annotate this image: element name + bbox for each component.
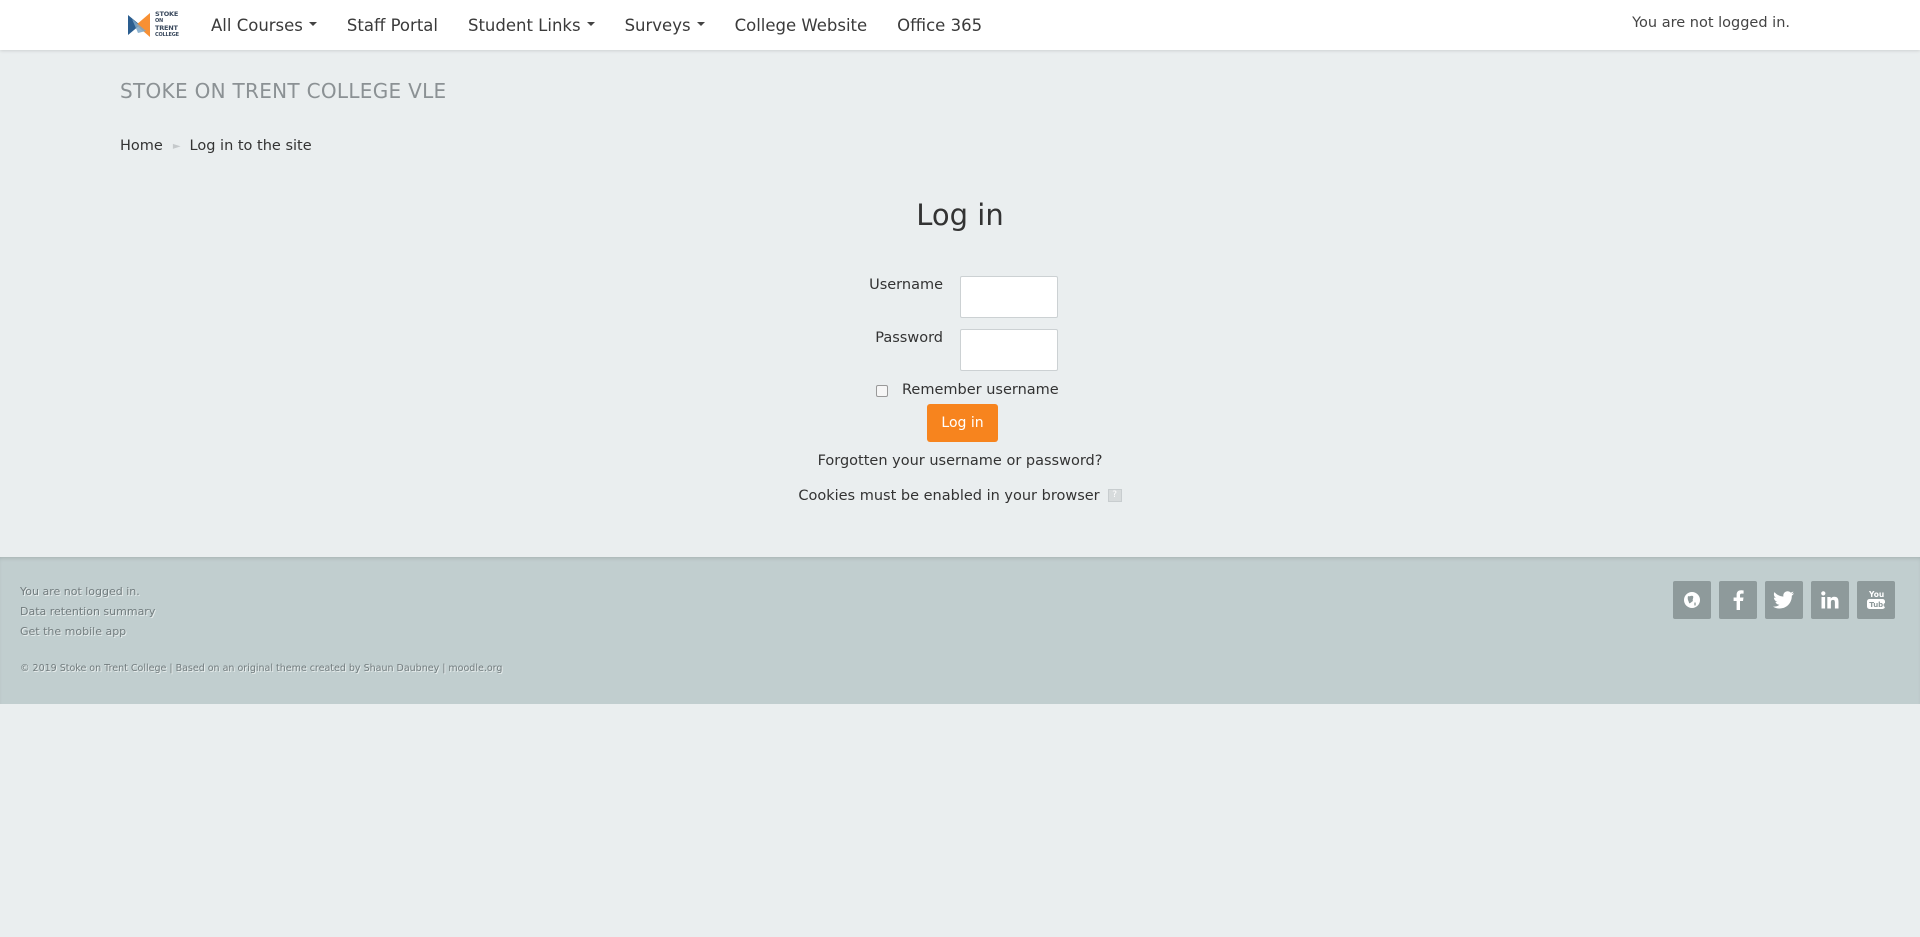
site-title[interactable]: STOKE ON TRENT COLLEGE VLE [120, 79, 447, 103]
youtube-icon[interactable]: You Tube [1857, 581, 1895, 619]
username-label: Username [869, 277, 943, 293]
footer-mobile-app-link[interactable]: Get the mobile app [20, 622, 155, 642]
footer-data-retention-link[interactable]: Data retention summary [20, 602, 155, 622]
caret-down-icon [696, 22, 705, 26]
login-heading: Log in [916, 198, 1004, 232]
logo-mark-icon [128, 13, 150, 37]
cookies-notice-text: Cookies must be enabled in your browser [798, 488, 1100, 504]
footer: You are not logged in. Data retention su… [0, 557, 1920, 704]
nav-office-365[interactable]: Office 365 [897, 16, 982, 35]
nav-staff-portal[interactable]: Staff Portal [347, 16, 438, 35]
svg-text:You: You [1868, 590, 1884, 599]
remember-username-label[interactable]: Remember username [902, 382, 1059, 398]
nav-student-links[interactable]: Student Links [468, 16, 595, 35]
nav-all-courses[interactable]: All Courses [211, 16, 317, 35]
password-input[interactable] [960, 329, 1058, 371]
breadcrumb-home[interactable]: Home [120, 138, 163, 154]
remember-username-checkbox[interactable] [876, 385, 888, 397]
logo-text: STOKE ON TRENT COLLEGE [155, 10, 179, 39]
forgot-password-link-text[interactable]: Forgotten your username or password? [818, 453, 1103, 469]
caret-down-icon [308, 22, 317, 26]
svg-text:Tube: Tube [1869, 601, 1886, 609]
footer-copyright: © 2019 Stoke on Trent College | Based on… [20, 663, 503, 674]
social-links: You Tube [1673, 581, 1895, 619]
login-button[interactable]: Log in [927, 404, 998, 442]
help-icon[interactable]: ? [1107, 488, 1122, 502]
caret-down-icon [586, 22, 595, 26]
college-logo[interactable]: STOKE ON TRENT COLLEGE [126, 8, 190, 42]
username-input[interactable] [960, 276, 1058, 318]
main-menu: All Courses Staff Portal Student Links S… [211, 0, 1012, 50]
linkedin-icon[interactable] [1811, 581, 1849, 619]
forgot-password-link: Forgotten your username or password? [0, 453, 1920, 469]
password-label: Password [875, 330, 943, 346]
cookies-notice: Cookies must be enabled in your browser? [0, 488, 1920, 504]
login-status: You are not logged in. [1632, 15, 1790, 31]
footer-login-status: You are not logged in. [20, 585, 140, 598]
top-navbar: STOKE ON TRENT COLLEGE All Courses Staff… [0, 0, 1920, 50]
breadcrumb: Home ► Log in to the site [120, 138, 312, 154]
footer-links: You are not logged in. Data retention su… [20, 582, 155, 642]
globe-icon[interactable] [1673, 581, 1711, 619]
facebook-icon[interactable] [1719, 581, 1757, 619]
twitter-icon[interactable] [1765, 581, 1803, 619]
breadcrumb-current[interactable]: Log in to the site [190, 138, 312, 154]
nav-college-website[interactable]: College Website [735, 16, 868, 35]
breadcrumb-separator-icon: ► [172, 140, 181, 152]
nav-surveys[interactable]: Surveys [625, 16, 705, 35]
